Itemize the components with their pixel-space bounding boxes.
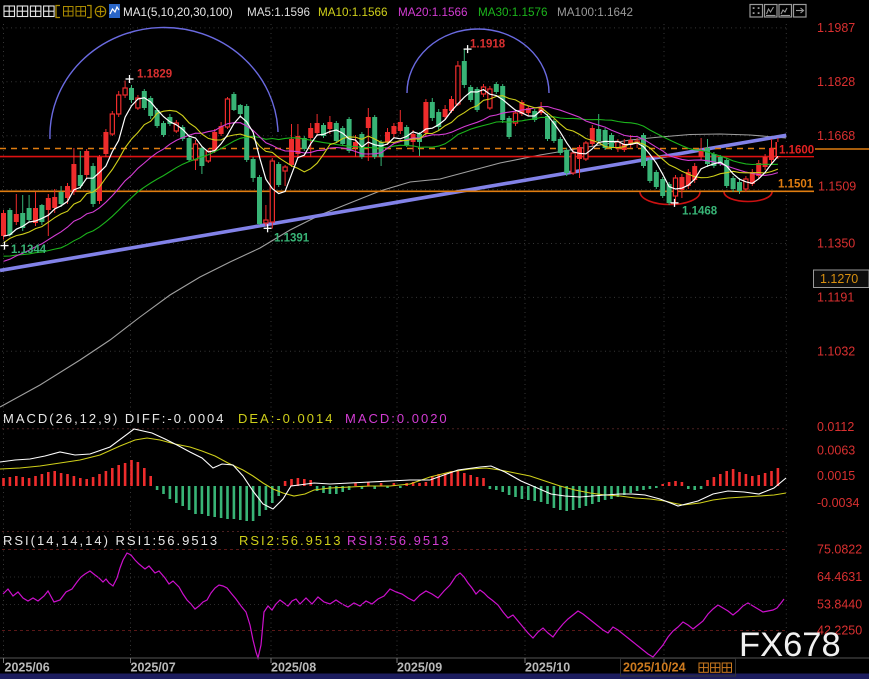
svg-text:MA100:1.1642: MA100:1.1642 [557, 6, 633, 19]
svg-text:2025/07: 2025/07 [131, 661, 176, 675]
svg-text:2025/10: 2025/10 [525, 661, 570, 675]
svg-text:75.0822: 75.0822 [817, 543, 862, 557]
svg-text:MA10:1.1566: MA10:1.1566 [318, 6, 388, 19]
svg-text:2025/08: 2025/08 [271, 661, 316, 675]
svg-text:MA1(5,10,20,30,100): MA1(5,10,20,30,100) [123, 6, 233, 19]
svg-text:RSI(14,14,14) RSI1:56.9513: RSI(14,14,14) RSI1:56.9513 [3, 533, 219, 548]
svg-text:-0.0034: -0.0034 [817, 496, 859, 510]
svg-text:MACD:0.0020: MACD:0.0020 [345, 411, 449, 426]
svg-text:MA5:1.1596: MA5:1.1596 [247, 6, 310, 19]
svg-text:1.1191: 1.1191 [817, 291, 854, 305]
svg-text:MACD(26,12,9) DIFF:-0.0004: MACD(26,12,9) DIFF:-0.0004 [3, 411, 226, 426]
svg-text:1.1270: 1.1270 [820, 272, 858, 286]
svg-text:2025/10/24: 2025/10/24 [623, 661, 686, 675]
svg-text:1.1829: 1.1829 [137, 69, 172, 81]
svg-text:2025/06: 2025/06 [5, 661, 50, 675]
svg-text:MA30:1.1576: MA30:1.1576 [478, 6, 548, 19]
svg-text:1.1668: 1.1668 [817, 129, 855, 143]
svg-text:1.1501: 1.1501 [778, 179, 814, 191]
svg-text:1.1987: 1.1987 [817, 21, 855, 35]
svg-text:1.1468: 1.1468 [682, 206, 718, 218]
svg-text:RSI2:56.9513: RSI2:56.9513 [239, 533, 343, 548]
svg-text:DEA:-0.0014: DEA:-0.0014 [238, 411, 334, 426]
svg-text:0.0015: 0.0015 [817, 469, 855, 483]
svg-text:MA20:1.1566: MA20:1.1566 [398, 6, 468, 19]
svg-text:1.1600: 1.1600 [779, 145, 814, 157]
svg-text:1.1509: 1.1509 [818, 180, 856, 194]
svg-text:53.8440: 53.8440 [817, 598, 862, 612]
svg-text:1.1391: 1.1391 [274, 233, 310, 245]
svg-text:0.0112: 0.0112 [817, 420, 854, 434]
svg-text:1.1350: 1.1350 [817, 237, 855, 251]
svg-text:1.1918: 1.1918 [470, 39, 506, 51]
svg-text:RSI3:56.9513: RSI3:56.9513 [347, 533, 451, 548]
svg-text:0.0063: 0.0063 [817, 444, 855, 458]
svg-text:2025/09: 2025/09 [397, 661, 442, 675]
svg-text:1.1032: 1.1032 [817, 345, 855, 359]
svg-text:FX678: FX678 [739, 626, 841, 664]
svg-text:1.1344: 1.1344 [11, 244, 47, 256]
svg-text:1.1828: 1.1828 [817, 75, 855, 89]
svg-text:64.4631: 64.4631 [817, 570, 862, 584]
